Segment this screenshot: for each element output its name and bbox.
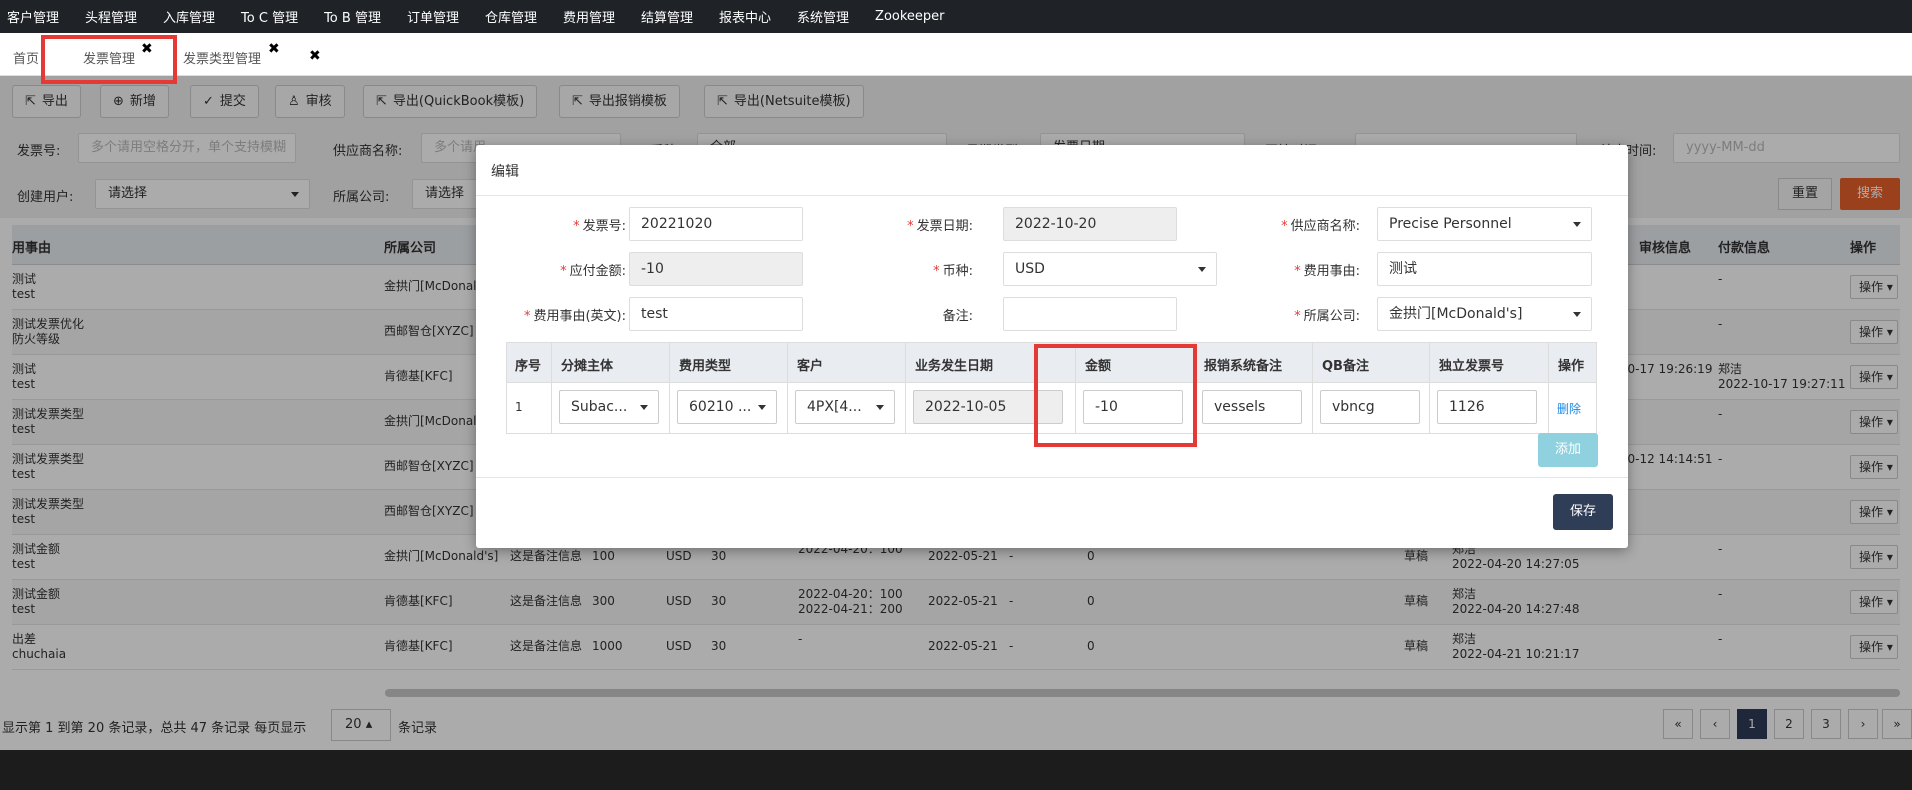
- chevron-down-icon: [758, 405, 766, 410]
- entity-select[interactable]: Subac...: [559, 390, 659, 424]
- expense-reason-en-input[interactable]: test: [629, 297, 803, 331]
- column-divider: [1429, 343, 1430, 433]
- column-divider: [1312, 343, 1313, 433]
- sub-header-qb-remark: QB备注: [1322, 359, 1369, 374]
- column-divider: [669, 343, 670, 433]
- invoice-date-label: * 发票日期:: [907, 219, 973, 234]
- nav-to-c[interactable]: To C 管理: [241, 7, 298, 26]
- expense-reason-label: * 费用事由:: [1294, 264, 1360, 279]
- sub-header-customer: 客户: [797, 359, 824, 374]
- reimbursement-remark-input[interactable]: vessels: [1202, 390, 1302, 424]
- column-divider: [551, 343, 552, 433]
- expense-reason-en-label: * 费用事由(英文):: [523, 309, 626, 324]
- tab-invoice-type-management[interactable]: 发票类型管理: [183, 43, 261, 76]
- divider: [476, 477, 1628, 478]
- nav-settlement[interactable]: 结算管理: [641, 7, 693, 26]
- nav-warehouse[interactable]: 仓库管理: [485, 7, 537, 26]
- sub-header-reimb-remark: 报销系统备注: [1204, 359, 1283, 374]
- company-select[interactable]: 金拱门[McDonald's]: [1377, 297, 1592, 331]
- invoice-no-label: * 发票号:: [573, 219, 626, 234]
- currency-label: * 币种:: [933, 264, 973, 279]
- sub-header-actions: 操作: [1558, 359, 1585, 374]
- chevron-down-icon: [876, 405, 884, 410]
- expense-reason-input[interactable]: 测试: [1377, 252, 1592, 286]
- column-divider: [787, 343, 788, 433]
- nav-system[interactable]: 系统管理: [797, 7, 849, 26]
- customer-select[interactable]: 4PX[4...: [795, 390, 895, 424]
- remark-label: 备注:: [942, 309, 973, 324]
- currency-select[interactable]: USD: [1003, 252, 1217, 286]
- delete-row-link[interactable]: 删除: [1557, 400, 1581, 417]
- nav-zookeeper[interactable]: Zookeeper: [875, 9, 944, 24]
- highlight-box-invoice-tab: [41, 35, 177, 84]
- payable-amount-input[interactable]: -10: [629, 252, 803, 286]
- nav-customer[interactable]: 客户管理: [7, 7, 59, 26]
- divider: [476, 195, 1628, 196]
- close-all-tabs-icon[interactable]: ✖: [309, 48, 321, 64]
- chevron-down-icon: [640, 405, 648, 410]
- tab-home[interactable]: 首页: [13, 43, 39, 76]
- nav-to-b[interactable]: To B 管理: [324, 7, 381, 26]
- nav-orders[interactable]: 订单管理: [407, 7, 459, 26]
- save-button[interactable]: 保存: [1553, 494, 1613, 530]
- sub-header-independent-invoice: 独立发票号: [1439, 359, 1505, 374]
- row-number: 1: [515, 400, 523, 414]
- column-divider: [1548, 343, 1549, 433]
- highlight-box-amount-column: [1034, 344, 1197, 447]
- nav-first-leg[interactable]: 头程管理: [85, 7, 137, 26]
- chevron-down-icon: [1573, 312, 1581, 317]
- chevron-down-icon: [1198, 267, 1206, 272]
- sub-header-entity: 分摊主体: [561, 359, 614, 374]
- close-icon[interactable]: ✖: [268, 41, 280, 57]
- supplier-label: * 供应商名称:: [1281, 219, 1360, 234]
- column-divider: [905, 343, 906, 433]
- dialog-title: 编辑: [491, 164, 519, 180]
- nav-fees[interactable]: 费用管理: [563, 7, 615, 26]
- sub-header-no: 序号: [515, 359, 542, 374]
- sub-header-biz-date: 业务发生日期: [915, 359, 994, 374]
- supplier-select[interactable]: Precise Personnel: [1377, 207, 1592, 241]
- add-row-button[interactable]: 添加: [1538, 433, 1598, 467]
- invoice-no-input[interactable]: 20221020: [629, 207, 803, 241]
- remark-input[interactable]: [1003, 297, 1177, 331]
- nav-inbound[interactable]: 入库管理: [163, 7, 215, 26]
- payable-amount-label: * 应付金额:: [560, 264, 626, 279]
- company-label: * 所属公司:: [1294, 309, 1360, 324]
- chevron-down-icon: [1573, 222, 1581, 227]
- sub-header-fee-type: 费用类型: [679, 359, 732, 374]
- invoice-date-input[interactable]: 2022-10-20: [1003, 207, 1177, 241]
- independent-invoice-input[interactable]: 1126: [1437, 390, 1537, 424]
- top-navigation-bar: 客户管理 头程管理 入库管理 To C 管理 To B 管理 订单管理 仓库管理…: [0, 0, 1912, 33]
- nav-reports[interactable]: 报表中心: [719, 7, 771, 26]
- fee-type-select[interactable]: 60210 ...: [677, 390, 777, 424]
- tab-bar: 首页 发票管理 ✖ 发票类型管理 ✖ ✖: [0, 33, 1912, 76]
- qb-remark-input[interactable]: vbncg: [1320, 390, 1420, 424]
